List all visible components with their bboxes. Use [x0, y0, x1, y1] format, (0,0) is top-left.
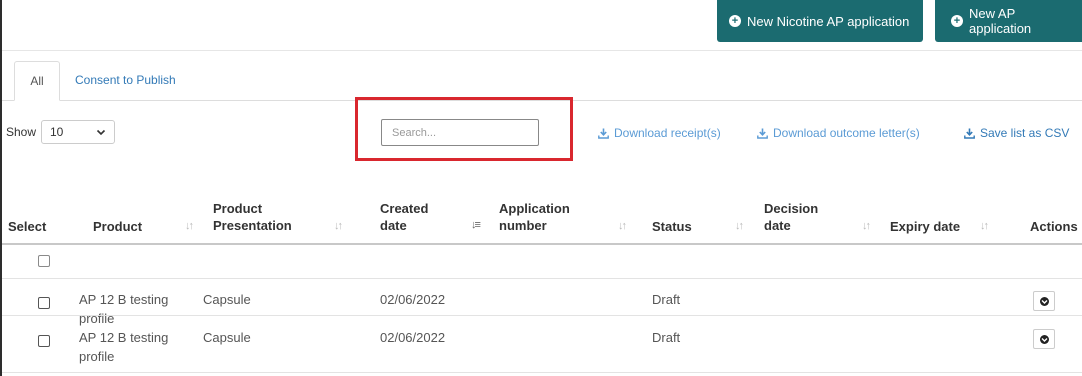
row-actions-button[interactable] [1033, 329, 1055, 349]
product-name-line: AP 12 B testing [79, 330, 169, 345]
column-header-actions: Actions [1030, 219, 1078, 234]
save-list-as-csv-label: Save list as CSV [980, 126, 1070, 140]
new-ap-application-button[interactable]: + New AP application [935, 0, 1082, 42]
column-header-expiry-date[interactable]: Expiry date [890, 218, 960, 235]
chevron-down-circle-icon [1039, 296, 1049, 306]
plus-circle-icon: + [729, 15, 741, 27]
sort-icon[interactable]: ↓↑ [862, 220, 871, 232]
page-length-select[interactable]: 10 [41, 120, 115, 144]
new-nicotine-ap-application-label: New Nicotine AP application [747, 13, 910, 29]
presentation-cell: Capsule [203, 292, 251, 307]
header-divider [2, 50, 1082, 51]
column-header-line: Created [380, 201, 429, 216]
column-header-line: Application [499, 201, 570, 216]
tab-bar: All Consent to Publish [2, 61, 1082, 101]
sort-icon[interactable]: ↓↑ [980, 220, 989, 232]
sort-icon[interactable]: ↓↑ [334, 220, 343, 232]
search-input[interactable] [381, 119, 539, 146]
plus-circle-icon: + [951, 15, 963, 27]
status-cell: Draft [652, 292, 681, 307]
left-frame-border [0, 0, 2, 376]
download-receipts-label: Download receipt(s) [614, 126, 721, 140]
column-header-product[interactable]: Product [93, 218, 142, 235]
download-outcome-letters-link[interactable]: Download outcome letter(s) [757, 126, 920, 140]
column-header-line: Presentation [213, 218, 292, 233]
sort-icon[interactable]: ↓↑ [735, 220, 744, 232]
column-header-line: number [499, 218, 547, 233]
product-name-line: profile [79, 311, 115, 326]
row-select-checkbox[interactable] [38, 335, 50, 347]
row-divider [2, 372, 1082, 373]
chevron-down-circle-icon [1039, 334, 1049, 344]
column-header-line: date [764, 218, 791, 233]
column-header-product-presentation[interactable]: Product Presentation [213, 200, 292, 234]
column-header-line: Decision [764, 201, 819, 216]
sort-descending-icon[interactable]: ↓≡ [471, 219, 481, 231]
created-date-cell: 02/06/2022 [380, 330, 446, 345]
row-actions-button[interactable] [1033, 291, 1055, 311]
chevron-down-icon [96, 129, 106, 136]
download-outcome-letters-label: Download outcome letter(s) [773, 126, 920, 140]
new-nicotine-ap-application-button[interactable]: + New Nicotine AP application [717, 0, 923, 42]
column-header-created-date[interactable]: Created date [380, 200, 428, 234]
row-select-checkbox[interactable] [38, 297, 50, 309]
column-header-select: Select [8, 219, 47, 234]
presentation-cell: Capsule [203, 330, 251, 345]
product-name-line: profile [79, 349, 115, 364]
column-header-line: Product [213, 201, 263, 216]
download-icon [598, 128, 609, 139]
status-cell: Draft [652, 330, 681, 345]
download-receipts-link[interactable]: Download receipt(s) [598, 126, 721, 140]
download-icon [757, 128, 768, 139]
new-ap-application-label: New AP application [969, 6, 1032, 36]
product-cell: AP 12 B testing profile [79, 290, 168, 328]
product-cell: AP 12 B testing profile [79, 328, 168, 366]
show-entries-label: Show [6, 125, 37, 139]
save-list-as-csv-link[interactable]: Save list as CSV [964, 126, 1069, 140]
row-divider [2, 278, 1082, 279]
select-all-checkbox[interactable] [38, 255, 50, 267]
sort-icon[interactable]: ↓↑ [185, 220, 194, 232]
sort-icon[interactable]: ↓↑ [618, 220, 627, 232]
download-icon [964, 128, 975, 139]
column-header-status[interactable]: Status [652, 218, 692, 235]
row-divider [2, 315, 1082, 316]
product-name-line: AP 12 B testing [79, 292, 169, 307]
column-header-decision-date[interactable]: Decision date [764, 200, 818, 234]
created-date-cell: 02/06/2022 [380, 292, 446, 307]
column-header-line: date [380, 218, 407, 233]
table-header-divider [2, 243, 1082, 245]
tab-consent-to-publish[interactable]: Consent to Publish [75, 61, 176, 100]
tab-all[interactable]: All [14, 61, 60, 101]
page-length-value: 10 [50, 125, 64, 139]
column-header-application-number[interactable]: Application number [499, 200, 570, 234]
